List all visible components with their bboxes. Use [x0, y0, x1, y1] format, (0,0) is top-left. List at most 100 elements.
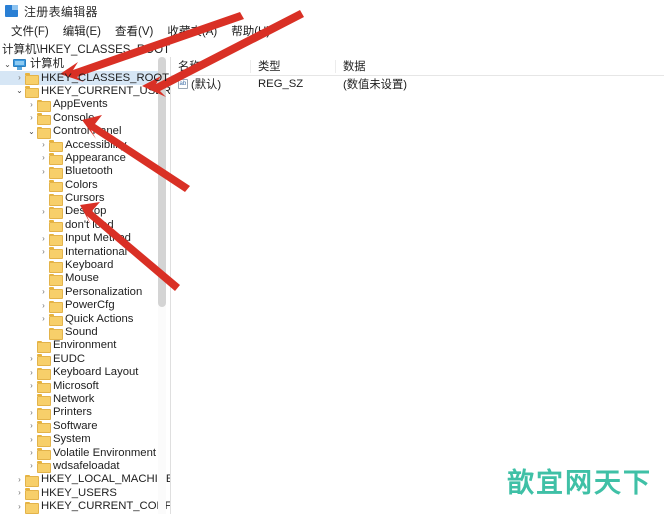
folder-icon: [49, 273, 63, 286]
chevron-right-icon[interactable]: ›: [26, 433, 37, 446]
tree-item-hkey-current-user[interactable]: ⌄ HKEY_CURRENT_USER: [0, 84, 170, 99]
tree-item-appevents[interactable]: › AppEvents: [0, 98, 170, 112]
title-bar: 注册表编辑器: [0, 0, 664, 22]
registry-editor-window: 注册表编辑器 文件(F) 编辑(E) 查看(V) 收藏夹(A) 帮助(H) 计算…: [0, 0, 664, 514]
column-header-type[interactable]: 类型: [251, 58, 336, 74]
column-header-name[interactable]: 名称: [171, 58, 251, 74]
tree-item-label: Cursors: [65, 192, 105, 205]
tree-item-label: Mouse: [65, 272, 99, 285]
value-list-pane[interactable]: 名称 类型 数据 (默认) REG_SZ (数值未设置): [171, 57, 664, 514]
tree-item-printers[interactable]: › Printers: [0, 406, 170, 420]
tree-item-appearance[interactable]: › Appearance: [0, 152, 170, 166]
tree-item-mouse[interactable]: ›Mouse: [0, 272, 170, 286]
tree-item-colors[interactable]: ›Colors: [0, 179, 170, 193]
tree-scrollbar[interactable]: [158, 57, 166, 514]
tree-item-console[interactable]: › Console: [0, 112, 170, 126]
chevron-right-icon[interactable]: ›: [26, 366, 37, 379]
menu-item-file[interactable]: 文件(F): [4, 22, 56, 40]
tree-item-label: AppEvents: [53, 98, 108, 111]
tree-item-sound[interactable]: ›Sound: [0, 326, 170, 340]
folder-icon: [37, 367, 51, 380]
tree-scrollbar-thumb[interactable]: [158, 57, 166, 307]
chevron-right-icon[interactable]: ›: [38, 232, 49, 245]
menu-item-edit[interactable]: 编辑(E): [56, 22, 108, 40]
chevron-right-icon[interactable]: ›: [14, 72, 25, 85]
chevron-right-icon[interactable]: ›: [38, 165, 49, 178]
folder-icon: [49, 220, 63, 233]
tree-item-bluetooth[interactable]: › Bluetooth: [0, 165, 170, 179]
cell-type: REG_SZ: [258, 78, 304, 90]
chevron-right-icon[interactable]: ›: [26, 447, 37, 460]
folder-icon: [25, 488, 39, 501]
chevron-right-icon[interactable]: ›: [38, 152, 49, 165]
chevron-right-icon[interactable]: ›: [26, 112, 37, 125]
registry-tree-pane[interactable]: ⌄ 计算机 › HKEY_CLASSES_ROOT ⌄ HKEY_CURRENT_USER…: [0, 57, 170, 514]
chevron-right-icon[interactable]: ›: [38, 286, 49, 299]
tree-item-keyboard[interactable]: ›Keyboard: [0, 259, 170, 273]
tree-item-hkey-current-config[interactable]: › HKEY_CURRENT_CONFIG: [0, 500, 170, 514]
chevron-right-icon[interactable]: ›: [38, 313, 49, 326]
tree-item-microsoft[interactable]: › Microsoft: [0, 379, 170, 394]
tree-item-powercfg[interactable]: › PowerCfg: [0, 299, 170, 313]
tree-item-label: Microsoft: [53, 379, 99, 392]
chevron-down-icon[interactable]: ⌄: [2, 58, 13, 71]
tree-item-quick-actions[interactable]: › Quick Actions: [0, 312, 170, 327]
main-content: ⌄ 计算机 › HKEY_CLASSES_ROOT ⌄ HKEY_CURRENT_USER…: [0, 57, 664, 514]
tree-item-desktop[interactable]: › Desktop: [0, 205, 170, 219]
folder-icon: [37, 126, 51, 139]
chevron-right-icon[interactable]: ›: [38, 246, 49, 259]
table-row[interactable]: (默认) REG_SZ (数值未设置): [171, 76, 664, 92]
tree-item-label: Network: [53, 392, 95, 405]
tree-item-label: HKEY_CURRENT_CONFIG: [41, 500, 170, 513]
tree-item-label: International: [65, 245, 128, 258]
tree-item-don-t-load[interactable]: ›don't load: [0, 218, 170, 233]
chevron-right-icon[interactable]: ›: [26, 98, 37, 111]
tree-item-wdsafeloadat[interactable]: › wdsafeloadat: [0, 460, 170, 474]
chevron-right-icon[interactable]: ›: [26, 353, 37, 366]
tree-item-volatile-environment[interactable]: › Volatile Environment: [0, 446, 170, 461]
chevron-right-icon[interactable]: ›: [26, 460, 37, 473]
tree-item-eudc[interactable]: › EUDC: [0, 352, 170, 367]
chevron-right-icon[interactable]: ›: [14, 487, 25, 500]
chevron-right-icon[interactable]: ›: [38, 205, 49, 218]
menu-item-view[interactable]: 查看(V): [108, 22, 160, 40]
chevron-right-icon[interactable]: ›: [14, 473, 25, 486]
tree-item-control-panel[interactable]: ⌄ Control Panel: [0, 125, 170, 139]
tree-item-hkey-classes-root[interactable]: › HKEY_CLASSES_ROOT: [0, 71, 170, 86]
tree-item-cursors[interactable]: ›Cursors: [0, 192, 170, 206]
tree-item-personalization[interactable]: › Personalization: [0, 286, 170, 300]
chevron-right-icon[interactable]: ›: [38, 299, 49, 312]
chevron-right-icon[interactable]: ›: [38, 139, 49, 152]
tree-item-system[interactable]: › System: [0, 433, 170, 447]
folder-icon: [37, 407, 51, 420]
tree-item-label: EUDC: [53, 352, 86, 365]
tree-item-input-method[interactable]: › Input Method: [0, 232, 170, 246]
tree-item-accessibility[interactable]: › Accessibility: [0, 138, 170, 153]
tree-item-keyboard-layout[interactable]: › Keyboard Layout: [0, 366, 170, 380]
chevron-right-icon[interactable]: ›: [14, 500, 25, 513]
folder-icon: [37, 99, 51, 112]
window-title: 注册表编辑器: [24, 4, 98, 19]
chevron-down-icon[interactable]: ⌄: [26, 125, 37, 138]
tree-item-software[interactable]: › Software: [0, 420, 170, 434]
registry-editor-icon: [5, 4, 19, 18]
address-bar[interactable]: 计算机\HKEY_CLASSES_ROOT: [0, 40, 664, 57]
menu-item-favorites[interactable]: 收藏夹(A): [160, 22, 224, 40]
tree-item-label: HKEY_CURRENT_USER: [41, 84, 170, 97]
menu-item-help[interactable]: 帮助(H): [224, 22, 277, 40]
chevron-right-icon[interactable]: ›: [26, 406, 37, 419]
tree-item-environment[interactable]: ›Environment: [0, 339, 170, 353]
tree-item-international[interactable]: › International: [0, 245, 170, 260]
tree-item-[interactable]: ⌄ 计算机: [0, 58, 170, 71]
column-header-data[interactable]: 数据: [336, 58, 636, 74]
chevron-down-icon[interactable]: ⌄: [14, 85, 25, 98]
chevron-right-icon[interactable]: ›: [26, 380, 37, 393]
tree-item-network[interactable]: ›Network: [0, 392, 170, 407]
tree-item-hkey-local-machine[interactable]: › HKEY_LOCAL_MACHINE: [0, 473, 170, 487]
chevron-right-icon[interactable]: ›: [26, 420, 37, 433]
folder-icon: [37, 381, 51, 394]
tree-item-label: don't load: [65, 218, 114, 231]
tree-item-label: Desktop: [65, 205, 107, 218]
tree-item-hkey-users[interactable]: › HKEY_USERS: [0, 487, 170, 501]
address-path: 计算机\HKEY_CLASSES_ROOT: [2, 43, 171, 56]
